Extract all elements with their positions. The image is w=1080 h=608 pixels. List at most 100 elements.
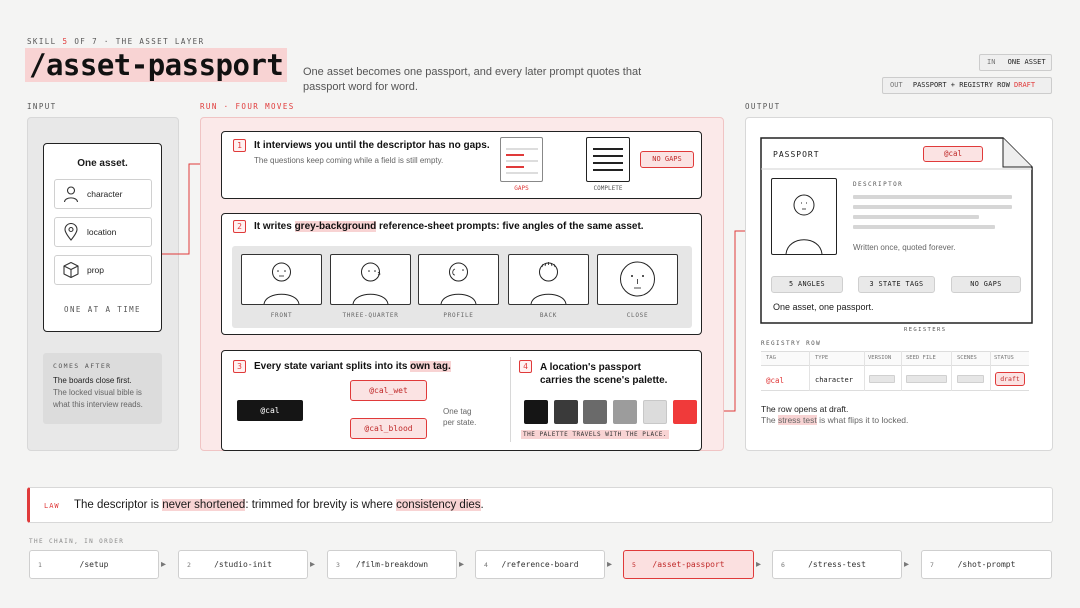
step-2-number: 2 (233, 220, 246, 233)
chain-text: /setup (79, 560, 109, 569)
row-status: draft (995, 372, 1025, 386)
one-at-a-time: ONE AT A TIME (64, 305, 141, 314)
angle-back (508, 254, 589, 305)
angle-label-back: BACK (539, 312, 558, 319)
face-close-icon (620, 261, 655, 297)
comes-after-label: COMES AFTER (53, 362, 112, 370)
chain-item-shot-prompt[interactable]: 7/shot-prompt (921, 550, 1052, 579)
portrait-icon (785, 194, 823, 255)
step-2-title-a: It writes (254, 221, 295, 232)
face-three-quarter-icon (352, 262, 389, 305)
col-version: VERSION (868, 355, 892, 361)
chain-text: /reference-board (501, 560, 579, 569)
registry-note-line1: The row opens at draft. (761, 404, 849, 414)
complete-doc-icon (586, 137, 630, 182)
in-label: IN (987, 58, 996, 66)
step-2-title-highlight: grey-background (294, 221, 377, 232)
descriptor-note: Written once, quoted forever. (853, 243, 956, 252)
pill-angles: 5 ANGLES (771, 276, 843, 293)
in-value: ONE ASSET (1007, 58, 1046, 66)
step-4-title-line1: A location's passport (540, 362, 641, 373)
passport-label: PASSPORT (773, 150, 820, 159)
state-tag-note: One tag per state. (443, 406, 476, 428)
run-section-label: RUN · FOUR MOVES (200, 102, 295, 111)
descriptor-line (853, 215, 979, 219)
pill-no-gaps: NO GAPS (951, 276, 1021, 293)
row-version-empty (869, 375, 895, 383)
chain-item-film-breakdown[interactable]: 3/film-breakdown (327, 550, 457, 579)
step-3-title: Every state variant splits into its own … (254, 361, 451, 372)
law-text: The descriptor is never shortened: trimm… (74, 499, 484, 511)
step-1-title: It interviews you until the descriptor h… (254, 140, 490, 151)
row-scenes-empty (957, 375, 984, 383)
chain-text: /asset-passport (652, 560, 725, 569)
registry-note-line2: The stress test is what flips it to lock… (761, 415, 908, 425)
step-2-title: It writes grey-background reference-shee… (254, 221, 644, 232)
step-1-card: 1 It interviews you until the descriptor… (221, 131, 702, 199)
angle-close (597, 254, 678, 305)
chain-arrow-icon: ▸ (459, 559, 465, 570)
descriptor-line (853, 195, 1012, 199)
chain-item-setup[interactable]: 1/setup (29, 550, 159, 579)
descriptor-line (853, 205, 1012, 209)
chain-text: /stress-test (808, 560, 866, 569)
row-seed-empty (906, 375, 947, 383)
angle-three-quarter (330, 254, 411, 305)
chain-item-studio-init[interactable]: 2/studio-init (178, 550, 308, 579)
comes-after-note: COMES AFTER The boards close first. The … (43, 353, 162, 424)
registry-table: TAG TYPE VERSION SEED FILE SCENES STATUS… (761, 351, 1029, 391)
head-back-icon (530, 262, 567, 305)
col-tag: TAG (766, 355, 776, 361)
chain-arrow-icon: ▸ (161, 559, 167, 570)
kicker-number: 5 (62, 37, 69, 46)
no-gaps-badge: NO GAPS (640, 151, 694, 168)
angle-label-three-quarter: THREE-QUARTER (342, 312, 399, 319)
law-highlight-2: consistency dies (396, 499, 481, 511)
face-front-icon (263, 262, 300, 305)
chain-text: /film-breakdown (355, 560, 429, 569)
out-label: OUT (890, 81, 903, 89)
person-icon (63, 186, 79, 203)
type-item-prop[interactable]: prop (54, 255, 152, 285)
type-label-location: location (87, 227, 117, 237)
col-status: STATUS (994, 355, 1014, 361)
out-draft: DRAFT (1014, 81, 1036, 89)
registers-label: REGISTERS (904, 327, 947, 333)
angle-label-profile: PROFILE (443, 312, 474, 319)
asset-card: One asset. character location prop ONE A… (43, 143, 162, 332)
face-profile-icon (440, 262, 477, 305)
chain-item-asset-passport[interactable]: 5/asset-passport (623, 550, 754, 579)
col-type: TYPE (815, 355, 829, 361)
palette-swatch-2 (554, 400, 578, 424)
col-seed-file: SEED FILE (906, 355, 936, 361)
chain-item-stress-test[interactable]: 6/stress-test (772, 550, 902, 579)
law-text-a: The descriptor is (74, 499, 163, 511)
law-banner: LAW The descriptor is never shortened: t… (27, 487, 1053, 523)
step-2-title-b: reference-sheet prompts: five angles of … (376, 221, 644, 232)
law-text-b: : trimmed for brevity is where (245, 499, 397, 511)
chain-arrow-icon: ▸ (756, 559, 762, 570)
kicker-suffix: OF 7 · THE ASSET LAYER (74, 37, 205, 46)
type-item-location[interactable]: location (54, 217, 152, 247)
angle-label-front: FRONT (270, 312, 293, 319)
law-text-c: . (480, 499, 484, 511)
row-tag: @cal (766, 376, 785, 385)
row-type: character (815, 376, 853, 384)
output-section-label: OUTPUT (745, 102, 781, 111)
palette-swatch-3 (583, 400, 607, 424)
cube-icon (63, 261, 79, 279)
type-label-character: character (87, 189, 123, 199)
base-tag: @cal (237, 400, 303, 421)
step-divider (510, 357, 511, 442)
palette-swatch-4 (613, 400, 637, 424)
chain-arrow-icon: ▸ (310, 559, 316, 570)
palette-swatch-6 (673, 400, 697, 424)
step-3-title-highlight: own tag. (410, 361, 451, 372)
state-tag-note-line2: per state. (443, 418, 477, 427)
palette-swatch-1 (524, 400, 548, 424)
page-subtitle: One asset becomes one passport, and ever… (303, 66, 642, 93)
state-tag-note-line1: One tag (443, 407, 472, 416)
type-item-character[interactable]: character (54, 179, 152, 209)
chain-arrow-icon: ▸ (904, 559, 910, 570)
chain-item-reference-board[interactable]: 4/reference-board (475, 550, 605, 579)
